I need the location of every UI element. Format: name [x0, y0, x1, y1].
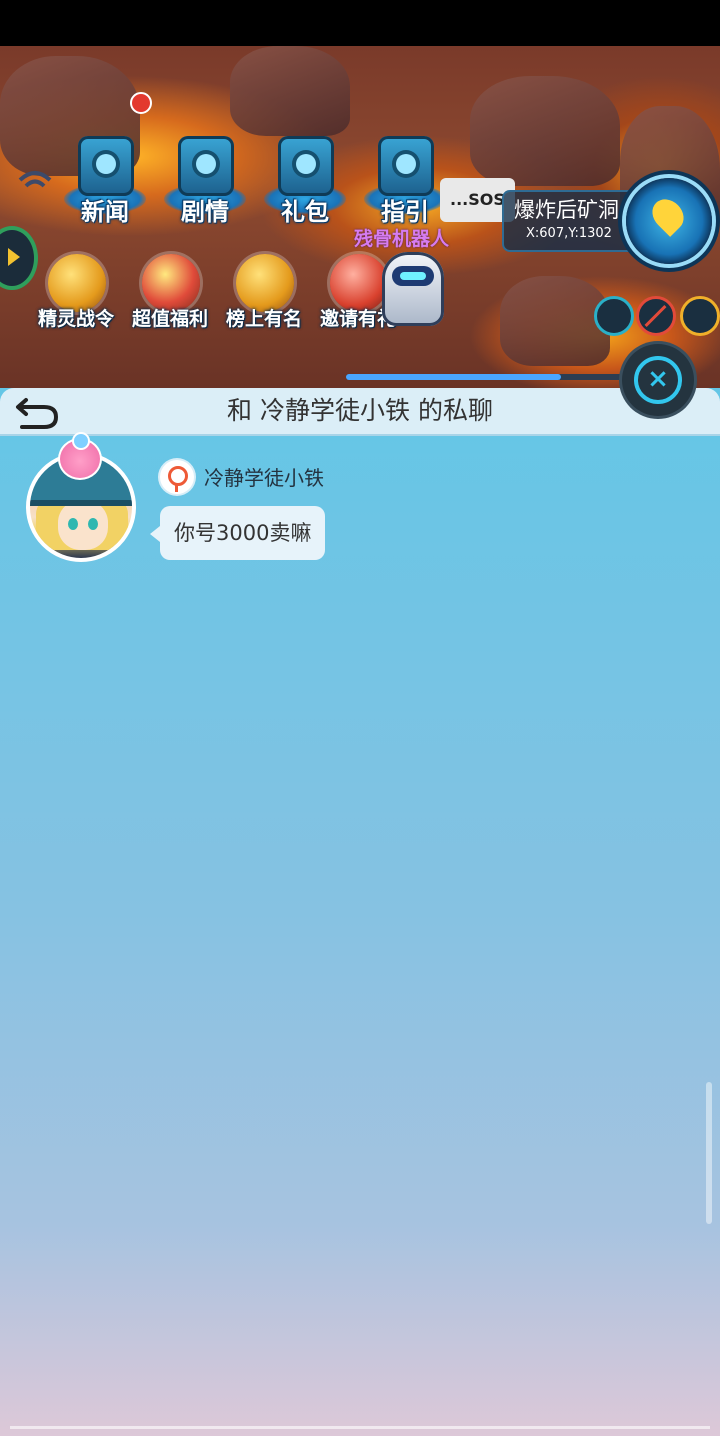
avatar-eye: [68, 518, 78, 530]
location-box: 爆炸后矿洞 X:607,Y:1302: [502, 190, 646, 252]
pet-badge-icon: [58, 432, 102, 480]
notification-dot: [130, 92, 152, 114]
rock-decoration: [470, 76, 620, 186]
mute-icon[interactable]: [636, 296, 676, 336]
sender-name: 冷静学徒小铁: [204, 466, 324, 490]
battle-pass-label: 精灵战令: [37, 308, 114, 330]
gift-pack-button[interactable]: 礼包: [260, 136, 350, 236]
close-icon: ×: [634, 356, 682, 404]
chat-header: 和 冷静学徒小铁 的私聊: [0, 388, 720, 434]
story-button[interactable]: 剧情: [160, 136, 250, 236]
location-coordinates: X:607,Y:1302: [526, 226, 612, 241]
speaker-icon[interactable]: [594, 296, 634, 336]
gift-pack-label: 礼包: [281, 198, 329, 226]
gift-pack-icon: [278, 136, 334, 196]
npc-name: 残骨机器人: [354, 228, 450, 250]
news-button[interactable]: 新闻: [60, 136, 150, 236]
robot-npc[interactable]: [382, 252, 444, 326]
close-chat-button[interactable]: ×: [622, 344, 694, 416]
leaderboard-button[interactable]: 榜上有名: [218, 254, 310, 344]
guide-button[interactable]: 指引: [360, 136, 450, 236]
story-label: 剧情: [181, 198, 229, 226]
rock-decoration: [500, 276, 610, 366]
bottom-divider: [10, 1426, 710, 1429]
map-pin-icon[interactable]: [626, 178, 712, 264]
chat-title: 和 冷静学徒小铁 的私聊: [227, 396, 493, 425]
female-gender-icon: [160, 460, 194, 494]
avatar-face: [58, 500, 108, 550]
private-chat-panel: 和 冷静学徒小铁 的私聊 × 冷静学徒小铁 你号3000卖嘛: [0, 344, 720, 1436]
guide-label: 指引: [381, 198, 429, 226]
battle-pass-button[interactable]: 精灵战令: [30, 254, 122, 344]
value-welfare-button[interactable]: 超值福利: [124, 254, 216, 344]
value-welfare-label: 超值福利: [131, 308, 208, 330]
back-arrow-icon[interactable]: [12, 394, 62, 430]
status-bar: [0, 0, 720, 46]
avatar-eye: [88, 518, 98, 530]
progress-fill: [346, 374, 562, 380]
rock-decoration: [230, 46, 350, 136]
mail-icon[interactable]: [680, 296, 720, 336]
progress-bar: [346, 374, 622, 380]
location-name: 爆炸后矿洞: [514, 198, 619, 222]
message-bubble: 你号3000卖嘛: [149, 506, 326, 560]
news-label: 新闻: [81, 198, 129, 226]
signal-icon: [18, 171, 52, 188]
news-icon: [78, 136, 134, 196]
guide-icon: [378, 136, 434, 196]
scrollbar[interactable]: [706, 1082, 712, 1224]
leaderboard-label: 榜上有名: [225, 308, 302, 330]
story-icon: [178, 136, 234, 196]
